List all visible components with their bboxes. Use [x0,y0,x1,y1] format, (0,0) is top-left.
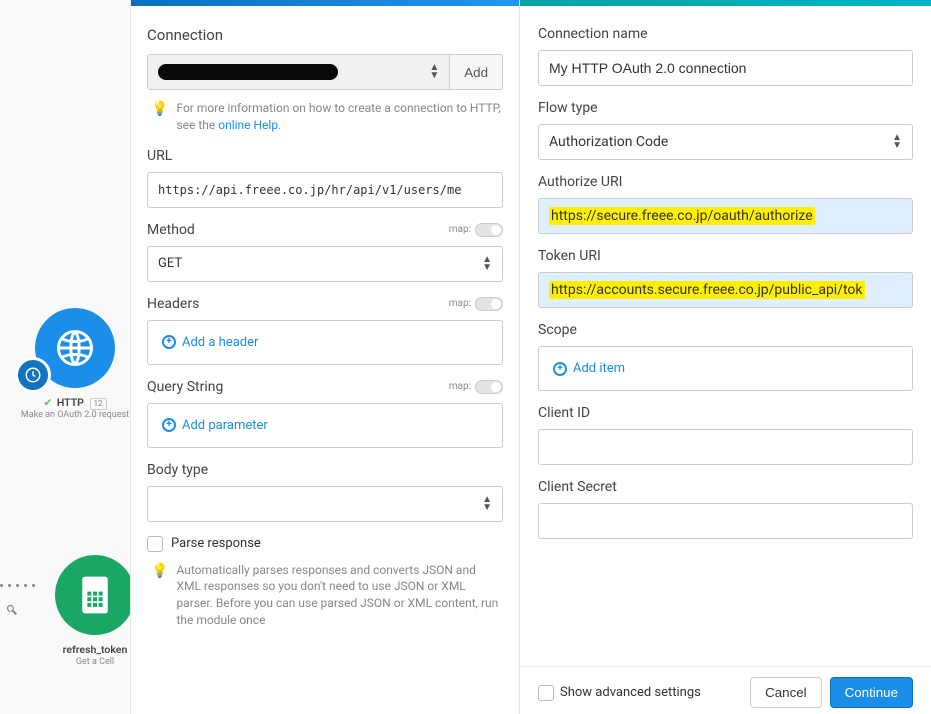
connection-name-label: Connection name [538,26,913,42]
highlighted-uri: https://secure.freee.co.jp/oauth/authori… [549,207,815,225]
qs-map-toggle[interactable] [475,380,503,394]
method-select[interactable]: GET ▲▼ [147,246,503,282]
headers-label: Headers [147,296,199,312]
connection-create-panel: Connection name Flow type Authorization … [520,0,931,714]
wrench-icon [6,604,18,616]
querystring-label: Query String [147,379,223,395]
body-type-label: Body type [147,462,503,478]
parse-response-checkbox[interactable] [147,536,163,552]
authorize-uri-label: Authorize URI [538,174,913,190]
http-module-icon [35,308,115,388]
querystring-container: + Add parameter [147,403,503,448]
plus-circle-icon: + [553,362,567,376]
connection-heading: Connection [147,26,503,44]
authorize-uri-input[interactable]: https://secure.freee.co.jp/oauth/authori… [538,198,913,234]
flow-type-select[interactable]: Authorization Code ▲▼ [538,124,913,160]
select-chevrons-icon: ▲▼ [482,256,492,272]
client-id-input[interactable] [538,429,913,465]
module-http[interactable]: ✔ HTTP 12 Make an OAuth 2.0 request [10,308,140,422]
parse-response-hint: 💡 Automatically parses responses and con… [147,562,503,629]
client-secret-label: Client Secret [538,479,913,495]
plus-circle-icon: + [162,335,176,349]
token-uri-label: Token URI [538,248,913,264]
check-icon: ✔ [43,396,52,409]
client-id-label: Client ID [538,405,913,421]
advanced-settings-label: Show advanced settings [560,685,701,700]
add-connection-button[interactable]: Add [450,54,503,90]
add-scope-button[interactable]: + Add item [553,361,625,376]
select-chevrons-icon: ▲▼ [429,64,439,80]
lightbulb-icon: 💡 [151,100,168,134]
connection-name-input[interactable] [538,50,913,86]
connection-value-redacted [158,64,338,80]
lightbulb-icon: 💡 [151,562,168,629]
highlighted-uri: https://accounts.secure.freee.co.jp/publ… [549,281,865,299]
online-help-link[interactable]: online Help [218,118,278,132]
scenario-canvas: ✔ HTTP 12 Make an OAuth 2.0 request refr… [0,0,130,714]
headers-container: + Add a header [147,320,503,365]
method-label: Method [147,222,195,238]
body-type-select[interactable]: ▲▼ [147,486,503,522]
clock-icon [15,357,51,393]
continue-button[interactable]: Continue [830,677,913,708]
module-http-caption: ✔ HTTP 12 Make an OAuth 2.0 request [21,396,129,422]
advanced-settings-checkbox[interactable] [538,685,554,701]
parse-response-label: Parse response [171,536,261,551]
add-header-button[interactable]: + Add a header [162,335,258,350]
http-module-panel: Connection ▲▼ Add 💡 For more information… [130,0,520,714]
connection-select[interactable]: ▲▼ [147,54,450,90]
token-uri-input[interactable]: https://accounts.secure.freee.co.jp/publ… [538,272,913,308]
cancel-button[interactable]: Cancel [750,677,822,708]
select-chevrons-icon: ▲▼ [892,134,902,150]
client-secret-input[interactable] [538,503,913,539]
url-label: URL [147,148,503,164]
sheets-module-icon [55,555,135,635]
plus-circle-icon: + [162,418,176,432]
flow-type-label: Flow type [538,100,913,116]
headers-map-toggle[interactable] [475,297,503,311]
module-sheets-caption: refresh_token Get a Cell [63,643,128,668]
connection-hint: 💡 For more information on how to create … [147,100,503,134]
scope-label: Scope [538,322,913,338]
scope-container: + Add item [538,346,913,391]
map-label: map: [449,224,471,235]
select-chevrons-icon: ▲▼ [482,496,492,512]
map-label: map: [449,298,471,309]
map-label: map: [449,381,471,392]
method-map-toggle[interactable] [475,223,503,237]
url-input[interactable]: https://api.freee.co.jp/hr/api/v1/users/… [147,172,503,208]
add-parameter-button[interactable]: + Add parameter [162,418,268,433]
